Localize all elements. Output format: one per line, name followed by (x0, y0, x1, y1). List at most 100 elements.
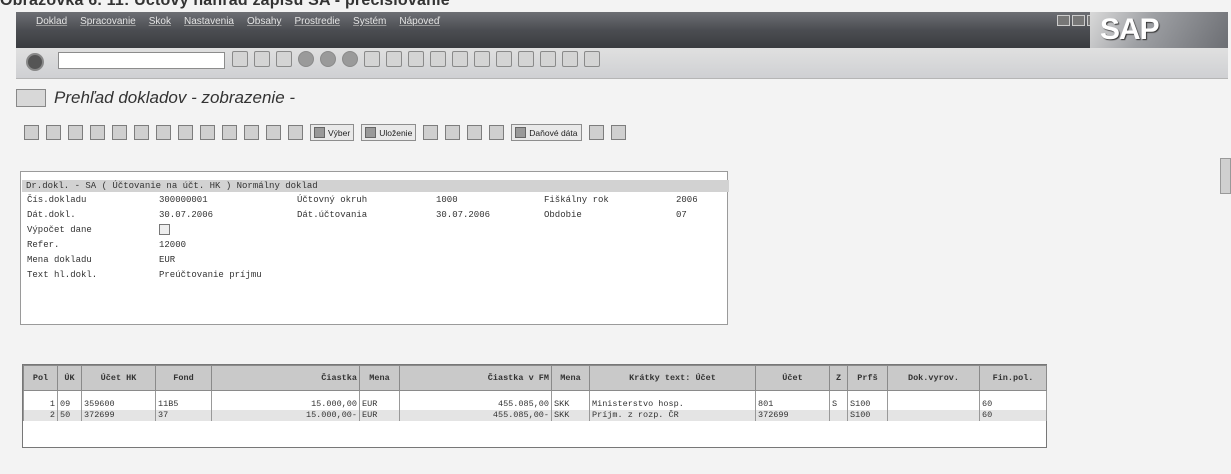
vyber-button[interactable]: Výber (310, 124, 355, 141)
document-icon[interactable] (68, 125, 83, 140)
cell-prfs: S100 (847, 399, 888, 410)
save-icon[interactable] (232, 51, 248, 67)
col-header[interactable]: ÚK (57, 365, 82, 391)
maximize-icon[interactable] (1072, 15, 1085, 26)
cell-ucet: 801 (755, 399, 830, 410)
cell-mena: EUR (359, 399, 400, 410)
document-header: Dr.dokl. - SA ( Účtovanie na účt. HK ) N… (20, 171, 729, 325)
help-icon[interactable] (562, 51, 578, 67)
col-header[interactable]: Fin.pol. (979, 365, 1047, 391)
col-header[interactable]: Pol (23, 365, 58, 391)
first-item-icon[interactable] (90, 125, 105, 140)
info-icon[interactable] (588, 125, 604, 140)
select-layout-icon (314, 127, 325, 138)
next-item-icon[interactable] (134, 125, 149, 140)
col-header[interactable]: Krátky text: Účet (589, 365, 756, 391)
col-header[interactable]: Mena (359, 365, 400, 391)
menu-item-skok[interactable]: Skok (149, 16, 171, 34)
back-icon[interactable] (298, 51, 314, 67)
cell-prfs: S100 (847, 410, 888, 421)
exit-icon[interactable] (320, 51, 336, 67)
command-field[interactable] (58, 52, 225, 69)
label-uctovny-okruh: Účtovný okruh (297, 195, 368, 205)
col-header[interactable]: Fond (155, 365, 212, 391)
minimize-icon[interactable] (1057, 15, 1070, 26)
col-header[interactable]: Účet (755, 365, 830, 391)
vertical-scrollbar[interactable] (1220, 158, 1231, 194)
document-type-line: Dr.dokl. - SA ( Účtovanie na účt. HK ) N… (22, 180, 729, 192)
last-item-icon[interactable] (156, 125, 171, 140)
first-page-icon[interactable] (430, 51, 446, 67)
label-mena-dokladu: Mena dokladu (27, 255, 92, 265)
menu-item-prostredie[interactable]: Prostredie (294, 16, 340, 34)
pencil-icon[interactable] (46, 125, 61, 140)
next-page-icon[interactable] (474, 51, 490, 67)
label-cis-dokladu: Čís.dokladu (27, 195, 87, 205)
header-icon[interactable] (423, 125, 439, 140)
tree-icon[interactable] (467, 125, 483, 140)
ulozenie-button[interactable]: Uloženie (361, 124, 417, 141)
cell-mena-fm: SKK (551, 399, 590, 410)
cell-z (829, 410, 848, 421)
col-header[interactable]: Čiastka v FM (399, 365, 552, 391)
sum-icon[interactable] (266, 125, 281, 140)
title-row: Prehľad dokladov - zobrazenie - (16, 86, 295, 110)
cancel-icon[interactable] (342, 51, 358, 67)
value-dat-uctovania: 30.07.2006 (436, 210, 491, 220)
col-header[interactable]: Mena (551, 365, 590, 391)
display-icon[interactable] (445, 125, 461, 140)
zoom-icon[interactable] (24, 125, 39, 140)
col-header[interactable]: Čiastka (211, 365, 360, 391)
standard-toolbar-icons (232, 51, 600, 67)
scroll-left-icon[interactable] (254, 51, 270, 67)
create-session-icon[interactable] (518, 51, 534, 67)
col-header[interactable]: Dok.vyrov. (887, 365, 980, 391)
value-refer: 12000 (159, 240, 187, 250)
label-fiskalny-rok: Fiškálny rok (544, 195, 609, 205)
value-fiskalny-rok: 2006 (676, 195, 698, 205)
menu-item-obsahy[interactable]: Obsahy (247, 16, 281, 34)
filter-icon[interactable] (200, 125, 215, 140)
cell-z: S (829, 399, 848, 410)
menu-item-napoved[interactable]: Nápoveď (399, 16, 440, 34)
memo-icon[interactable] (610, 125, 626, 140)
cell-ucet-hk: 359600 (81, 399, 156, 410)
cell-ciastka-fm: 455.085,00- (399, 410, 552, 421)
value-cis-dokladu: 300000001 (159, 195, 208, 205)
previous-item-icon[interactable] (112, 125, 127, 140)
find-icon[interactable] (386, 51, 402, 67)
export-icon[interactable] (288, 125, 303, 140)
value-obdobie: 07 (676, 210, 687, 220)
label-obdobie: Obdobie (544, 210, 582, 220)
set-filter-icon[interactable] (244, 125, 259, 140)
document-overview-icon (16, 89, 46, 107)
notes-icon[interactable] (489, 125, 505, 140)
shortcut-icon[interactable] (540, 51, 556, 67)
figure-caption: Obrazovka 6. 11: Účtový náhľad zápisu SA… (0, 0, 450, 9)
label-dat-uctovania: Dát.účtovania (297, 210, 368, 220)
cell-fond: 11B5 (155, 399, 212, 410)
last-page-icon[interactable] (496, 51, 512, 67)
previous-page-icon[interactable] (452, 51, 468, 67)
menu-item-system[interactable]: Systém (353, 16, 386, 34)
sort-icon[interactable] (222, 125, 237, 140)
col-header[interactable]: Účet HK (81, 365, 156, 391)
find-next-icon[interactable] (408, 51, 424, 67)
menu-item-spracovanie[interactable]: Spracovanie (80, 16, 136, 34)
table-row[interactable]: 1 09 359600 11B5 15.000,00 EUR 455.085,0… (23, 399, 1047, 410)
label-refer: Refer. (27, 240, 60, 250)
col-header[interactable]: Prfš (847, 365, 888, 391)
cell-ciastka: 15.000,00 (211, 399, 360, 410)
scroll-right-icon[interactable] (276, 51, 292, 67)
print-list-icon[interactable] (178, 125, 193, 140)
menu-item-nastavenia[interactable]: Nastavenia (184, 16, 234, 34)
layout-icon[interactable] (584, 51, 600, 67)
danove-data-button[interactable]: Daňové dáta (511, 124, 582, 141)
print-icon[interactable] (364, 51, 380, 67)
table-row[interactable]: 2 50 372699 37 15.000,00- EUR 455.085,00… (23, 410, 1047, 421)
cell-fin-pol: 60 (979, 410, 1047, 421)
menu-item-doklad[interactable]: Doklad (36, 16, 67, 34)
enter-icon[interactable] (26, 53, 44, 71)
col-header[interactable]: Z (829, 365, 848, 391)
vypocet-dane-checkbox[interactable] (159, 224, 170, 235)
